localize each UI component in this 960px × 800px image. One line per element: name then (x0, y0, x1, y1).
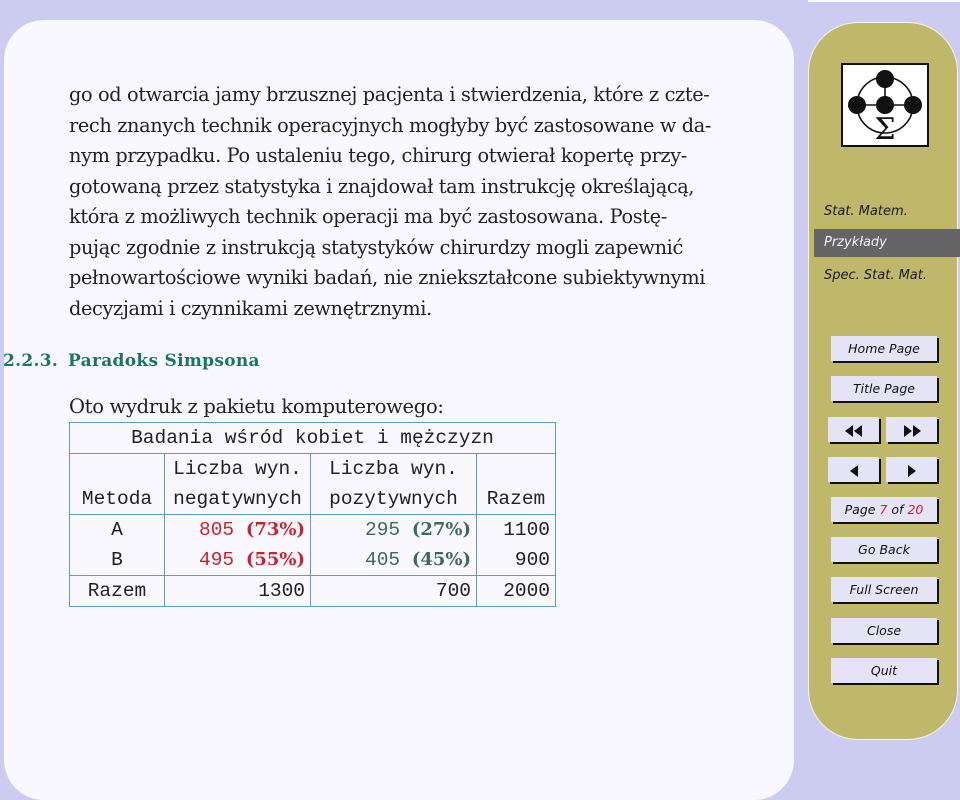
right-arrow-icon (907, 464, 916, 477)
left-arrow-icon (849, 464, 858, 477)
paragraph-line: rech znanych technik operacyjnych mogłyb… (69, 113, 712, 137)
negative-count: 805 (199, 519, 235, 541)
total-cell: 900 (476, 545, 556, 576)
body-paragraph: go od otwarcia jamy brzusznej pacjenta i… (69, 80, 739, 324)
paragraph-line: pując zgodnie z instrukcją statystyków c… (69, 235, 683, 259)
close-button[interactable]: Close (831, 618, 937, 643)
positive-count: 295 (365, 519, 401, 541)
table-total-row: Razem 1300 700 2000 (69, 575, 556, 607)
header-cell (476, 453, 556, 484)
page-indicator: Page 7 of 20 (831, 497, 937, 522)
header-cell: Razem (476, 484, 556, 515)
current-page: 7 (879, 502, 888, 517)
simpson-table: Badania wśród kobiet i mężczyzn Liczba w… (69, 422, 556, 607)
header-cell: negatywnych (164, 484, 311, 515)
nav-item-label: Przykłady (824, 235, 887, 250)
paragraph-line: pełnowartościowe wyniki badań, nie zniek… (69, 266, 706, 289)
statistics-sigma-logo-icon: Σ (841, 63, 929, 147)
total-cell: 1100 (476, 514, 556, 545)
paragraph-line: która z możliwych technik operacji ma by… (69, 205, 667, 228)
total-label: Razem (69, 575, 165, 607)
negative-percent: (55%) (245, 549, 305, 570)
header-cell: pozytywnych (310, 484, 477, 515)
table-header-row: Liczba wyn. Liczba wyn. (69, 453, 556, 484)
positive-cell: 405 (45%) (310, 545, 477, 576)
header-cell: Liczba wyn. (310, 453, 477, 484)
last-page-button[interactable] (886, 417, 937, 442)
header-cell (69, 453, 165, 484)
table-row: B 495 (55%) 405 (45%) 900 (69, 545, 556, 576)
header-cell: Metoda (69, 484, 165, 515)
paragraph-line: nym przypadku. Po ustaleniu tego, chirur… (69, 144, 687, 167)
table-title-row: Badania wśród kobiet i mężczyzn (69, 422, 556, 454)
metoda-cell: A (69, 514, 165, 545)
table-title: Badania wśród kobiet i mężczyzn (69, 422, 556, 454)
total-positive: 700 (310, 575, 477, 607)
negative-percent: (73%) (245, 519, 305, 540)
negative-count: 495 (199, 549, 235, 571)
double-left-arrow-icon (844, 424, 862, 437)
home-page-button[interactable]: Home Page (831, 336, 937, 361)
page-prefix: Page (844, 502, 876, 517)
quit-button[interactable]: Quit (831, 658, 937, 683)
paragraph-line: go od otwarcia jamy brzusznej pacjenta i… (69, 83, 710, 106)
page-of: of (891, 502, 904, 517)
table-header-row: Metoda negatywnych pozytywnych Razem (69, 484, 556, 515)
go-back-button[interactable]: Go Back (831, 537, 937, 562)
nav-item-spec-stat-mat[interactable]: Spec. Stat. Mat. (824, 268, 927, 283)
full-screen-button[interactable]: Full Screen (831, 577, 937, 602)
metoda-cell: B (69, 545, 165, 576)
double-right-arrow-icon (903, 424, 921, 437)
positive-cell: 295 (27%) (310, 514, 477, 545)
grand-total: 2000 (476, 575, 556, 607)
top-strip (808, 0, 960, 2)
svg-text:Σ: Σ (874, 112, 895, 145)
section-title: Paradoks Simpsona (68, 351, 260, 371)
table-row: A 805 (73%) 295 (27%) 1100 (69, 514, 556, 545)
title-page-button[interactable]: Title Page (831, 376, 937, 401)
positive-count: 405 (365, 549, 401, 571)
section-number: 2.2.3. (3, 351, 59, 371)
total-pages: 20 (907, 502, 924, 517)
next-page-button[interactable] (886, 457, 937, 482)
first-page-button[interactable] (828, 417, 879, 442)
negative-cell: 805 (73%) (164, 514, 311, 545)
paragraph-line: gotowaną przez statystyka i znajdował ta… (69, 174, 695, 198)
section-heading: 2.2.3. Paradoks Simpsona (3, 351, 260, 371)
positive-percent: (45%) (411, 549, 471, 570)
nav-item-przyklady[interactable]: Przykłady (814, 229, 960, 257)
total-negative: 1300 (164, 575, 311, 607)
negative-cell: 495 (55%) (164, 545, 311, 576)
previous-page-button[interactable] (828, 457, 879, 482)
paragraph-line: decyzjami i czynnikami zewnętrznymi. (69, 296, 432, 320)
intro-text: Oto wydruk z pakietu komputerowego: (69, 395, 444, 418)
positive-percent: (27%) (411, 519, 471, 540)
nav-item-stat-matem[interactable]: Stat. Matem. (824, 204, 908, 219)
header-cell: Liczba wyn. (164, 453, 311, 484)
